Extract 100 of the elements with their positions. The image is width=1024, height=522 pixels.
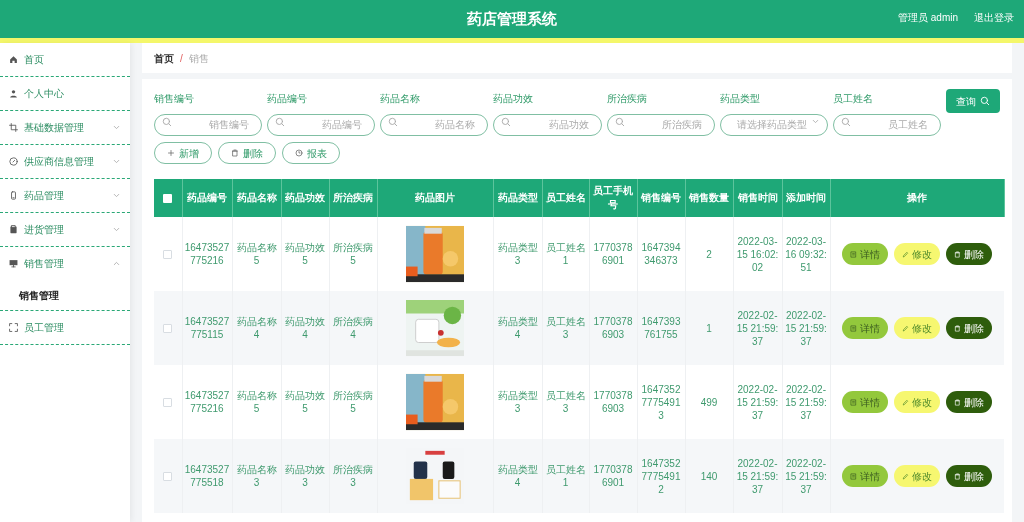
filter-label: 药品编号	[267, 93, 309, 105]
table-cell: 16473527775216	[184, 242, 230, 266]
table-cell: 1	[706, 322, 712, 334]
filter-label: 药品类型	[719, 93, 761, 105]
home-icon	[9, 55, 18, 64]
delete-button[interactable]: 删除	[946, 391, 993, 413]
sidebar-item[interactable]: 进货管理	[24, 222, 106, 237]
delete-button[interactable]: 删除	[946, 465, 993, 487]
search-field[interactable]: 销售编号	[154, 113, 263, 136]
sidebar-item[interactable]: 基础数据管理	[24, 120, 106, 135]
clock-icon	[295, 149, 303, 157]
table-cell: 药品类型3	[497, 390, 538, 414]
table-cell: 所治疾病4	[333, 316, 373, 340]
details-button[interactable]: 详情	[842, 243, 889, 265]
table-cell: 2022-02-15 21:59:37	[736, 457, 779, 495]
filter-label: 药品功效	[493, 93, 535, 105]
document-icon	[850, 250, 858, 258]
checkbox[interactable]	[163, 398, 173, 407]
search-icon	[275, 117, 286, 127]
table-cell: 所治疾病5	[333, 390, 373, 414]
pencil-icon	[902, 472, 910, 480]
filter-label: 药品名称	[380, 93, 422, 105]
app-title: 药店管理系统	[467, 8, 557, 29]
pencil-icon	[902, 324, 910, 332]
table-cell: 164735277754913	[641, 383, 681, 421]
table-cell: 17703786901	[593, 242, 633, 266]
logout-link[interactable]: 退出登录	[974, 10, 1014, 25]
details-button[interactable]: 详情	[842, 391, 889, 413]
details-button[interactable]: 详情	[842, 465, 889, 487]
pencil-icon	[902, 398, 910, 406]
select-field[interactable]: 请选择药品类型	[719, 113, 828, 136]
edit-button[interactable]: 修改	[894, 243, 941, 265]
delete-button[interactable]: 删除	[946, 317, 993, 339]
column-header: 销售时间	[737, 192, 778, 203]
column-header: 员工手机号	[593, 185, 633, 210]
table-cell: 员工姓名3	[545, 316, 586, 340]
sidebar-item[interactable]: 员工管理	[24, 320, 121, 335]
breadcrumb-separator: /	[180, 51, 183, 66]
submenu-item[interactable]: 销售管理	[19, 287, 59, 303]
details-button[interactable]: 详情	[842, 317, 889, 339]
breadcrumb-link[interactable]: 销售	[188, 50, 209, 66]
table-cell: 1647394346373	[641, 242, 681, 266]
sidebar-item[interactable]: 个人中心	[24, 86, 121, 101]
table-cell: 员工姓名3	[545, 390, 586, 414]
search-field[interactable]: 药品功效	[493, 113, 602, 136]
table-cell: 药品功效4	[285, 316, 325, 340]
table-cell: 16473527775518	[184, 464, 230, 488]
plus-icon	[167, 149, 175, 157]
phone-icon	[9, 191, 18, 200]
table-cell: 2022-02-15 21:59:37	[785, 383, 827, 421]
table-cell: 2022-02-15 21:59:37	[736, 309, 779, 347]
column-header: 药品图片	[415, 192, 455, 203]
table-cell: 药品名称4	[236, 316, 277, 340]
edit-button[interactable]: 修改	[894, 465, 941, 487]
checkbox[interactable]	[163, 194, 173, 203]
table-cell: 17703786903	[593, 316, 633, 340]
table-cell: 所治疾病5	[333, 242, 373, 266]
checkbox[interactable]	[163, 250, 173, 259]
delete-button[interactable]: 删除	[946, 243, 993, 265]
column-header: 所治疾病	[333, 192, 373, 203]
sidebar-item[interactable]: 药品管理	[24, 188, 106, 203]
pencil-icon	[902, 250, 910, 258]
clipboard-icon	[9, 225, 18, 234]
search-icon	[501, 117, 512, 127]
table-cell: 药品名称3	[236, 464, 277, 488]
checkbox[interactable]	[163, 472, 173, 481]
checkbox[interactable]	[163, 324, 173, 333]
search-field[interactable]: 所治疾病	[606, 113, 715, 136]
frame-icon	[9, 323, 18, 332]
column-header: 员工姓名	[545, 192, 586, 203]
trash-icon	[954, 398, 962, 406]
table-cell: 药品类型4	[497, 464, 538, 488]
table-cell: 17703786901	[593, 464, 633, 488]
edit-button[interactable]: 修改	[894, 317, 941, 339]
trash-icon	[231, 149, 239, 157]
column-header: 操作	[907, 192, 927, 203]
compass-icon	[9, 157, 18, 166]
edit-button[interactable]: 修改	[894, 391, 941, 413]
table-cell: 2022-03-15 16:02:02	[736, 235, 779, 273]
breadcrumb-link[interactable]: 首页	[154, 50, 174, 66]
sidebar-item[interactable]: 销售管理	[24, 256, 106, 271]
column-header: 添加时间	[786, 192, 826, 203]
sidebar-item[interactable]: 供应商信息管理	[24, 154, 106, 169]
document-icon	[850, 324, 858, 332]
user-name: 管理员 admin	[898, 11, 958, 25]
search-field[interactable]: 药品名称	[380, 113, 489, 136]
trash-icon	[954, 324, 962, 332]
table-cell: 员工姓名1	[545, 242, 586, 266]
search-field[interactable]: 员工姓名	[832, 113, 941, 136]
table-cell: 药品功效5	[285, 390, 325, 414]
table-cell: 2022-03-16 09:32:51	[785, 235, 827, 273]
column-header: 销售编号	[641, 192, 681, 203]
table-cell: 员工姓名1	[545, 464, 586, 488]
search-field[interactable]: 药品编号	[267, 113, 376, 136]
sidebar-item[interactable]: 首页	[24, 52, 121, 67]
table-cell: 药品类型3	[497, 242, 538, 266]
search-icon	[162, 117, 172, 127]
monitor-icon	[9, 259, 18, 268]
table-cell: 2022-02-15 21:59:37	[785, 457, 827, 495]
query-button[interactable]: 查询	[946, 89, 1000, 113]
